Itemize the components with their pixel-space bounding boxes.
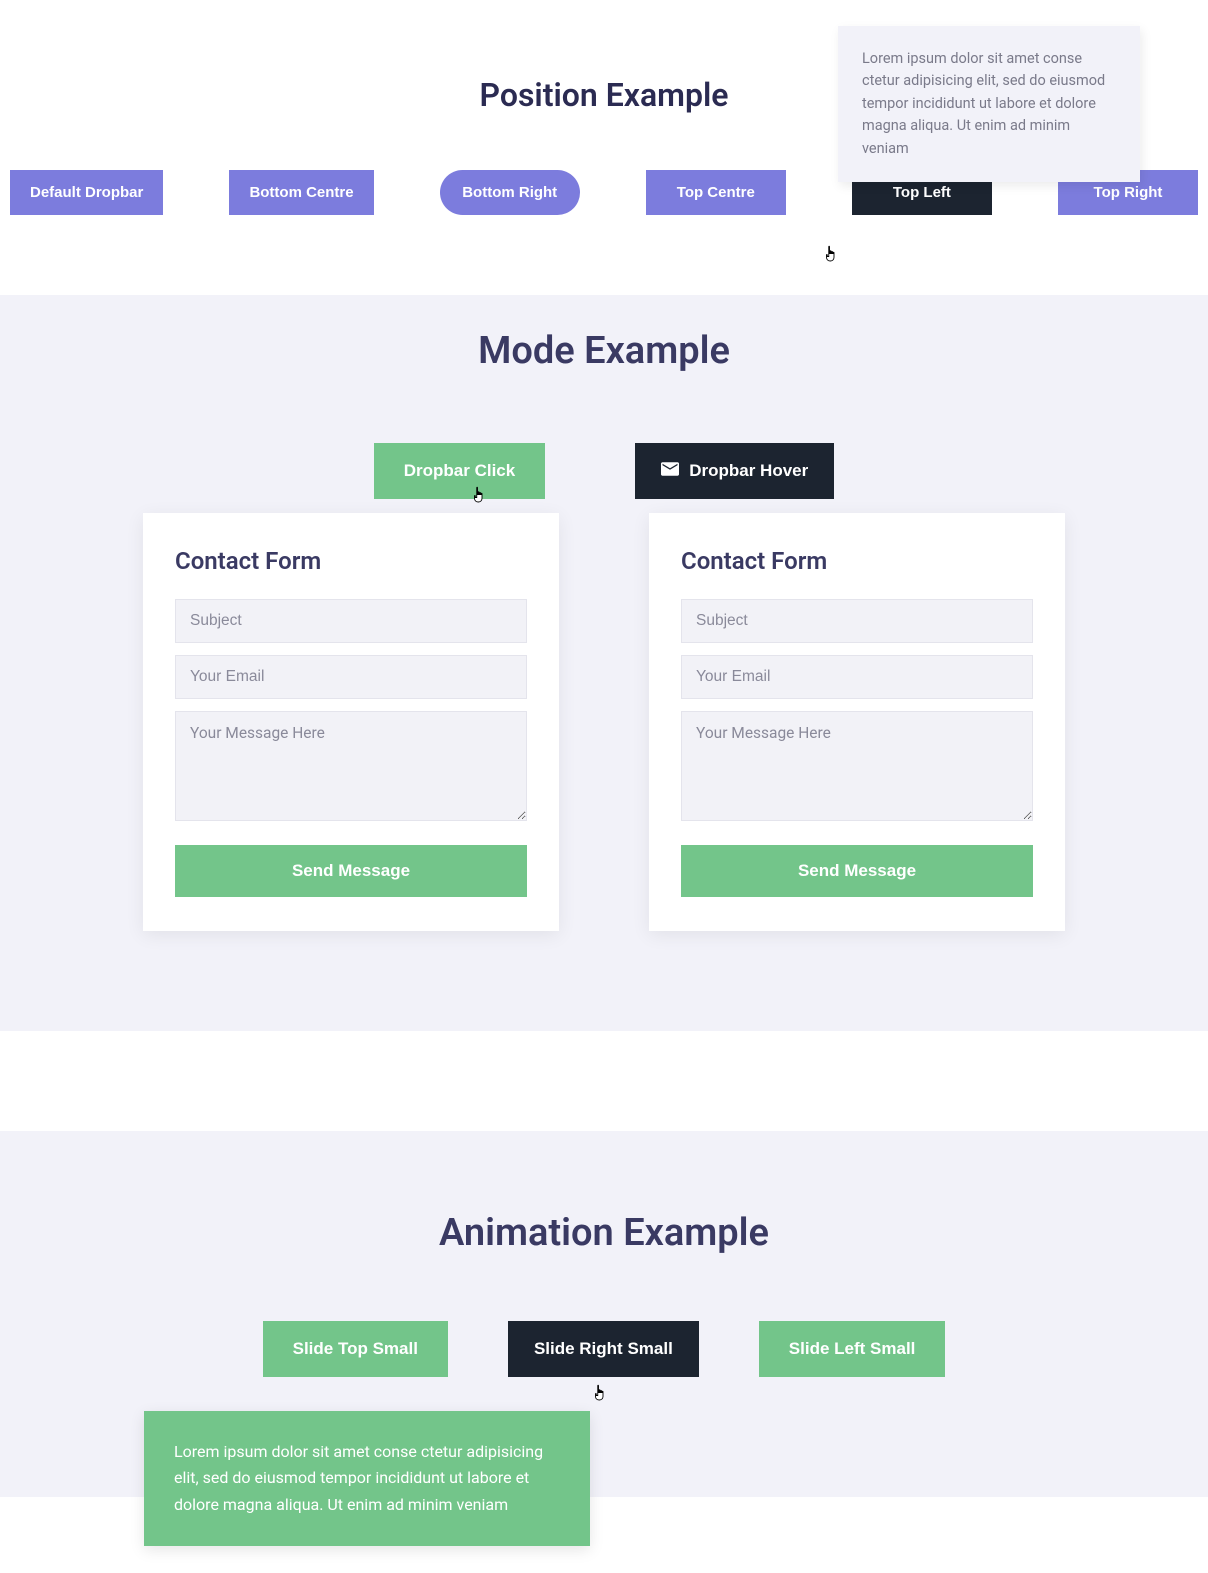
tooltip-top-left: Lorem ipsum dolor sit amet conse ctetur … [838, 26, 1140, 182]
message-textarea[interactable] [681, 711, 1033, 821]
mode-example-section: Mode Example Dropbar Click Dropbar Hover… [0, 295, 1208, 1031]
mail-icon [661, 461, 679, 481]
position-example-section: Lorem ipsum dolor sit amet conse ctetur … [0, 0, 1208, 295]
top-centre-button[interactable]: Top Centre [646, 170, 786, 215]
animation-example-section: Animation Example Slide Top Small Slide … [0, 1131, 1208, 1497]
dropbar-click-button[interactable]: Dropbar Click [374, 443, 545, 499]
animation-dropdown: Lorem ipsum dolor sit amet conse ctetur … [144, 1411, 590, 1546]
bottom-right-button[interactable]: Bottom Right [440, 170, 580, 215]
message-textarea[interactable] [175, 711, 527, 821]
animation-title: Animation Example [0, 1211, 1208, 1255]
mode-buttons-row: Dropbar Click Dropbar Hover [0, 443, 1208, 499]
subject-input[interactable] [175, 599, 527, 643]
forms-row: Contact Form Send Message Contact Form S… [0, 513, 1208, 931]
pointer-cursor-icon [822, 244, 840, 266]
send-message-button[interactable]: Send Message [681, 845, 1033, 897]
pointer-cursor-icon [591, 1383, 609, 1405]
contact-form-right: Contact Form Send Message [649, 513, 1065, 931]
email-input[interactable] [681, 655, 1033, 699]
dropbar-click-label: Dropbar Click [404, 461, 515, 481]
form-title: Contact Form [681, 547, 1033, 575]
mode-title: Mode Example [0, 295, 1208, 373]
animation-buttons-row: Slide Top Small Slide Right Small Slide … [0, 1321, 1208, 1377]
subject-input[interactable] [681, 599, 1033, 643]
slide-left-small-button[interactable]: Slide Left Small [759, 1321, 946, 1377]
default-dropbar-button[interactable]: Default Dropbar [10, 170, 163, 215]
bottom-centre-button[interactable]: Bottom Centre [229, 170, 373, 215]
contact-form-left: Contact Form Send Message [143, 513, 559, 931]
slide-right-small-button[interactable]: Slide Right Small [508, 1321, 699, 1377]
dropbar-hover-label: Dropbar Hover [689, 461, 808, 481]
dropbar-hover-button[interactable]: Dropbar Hover [635, 443, 834, 499]
email-input[interactable] [175, 655, 527, 699]
send-message-button[interactable]: Send Message [175, 845, 527, 897]
form-title: Contact Form [175, 547, 527, 575]
slide-top-small-button[interactable]: Slide Top Small [263, 1321, 448, 1377]
